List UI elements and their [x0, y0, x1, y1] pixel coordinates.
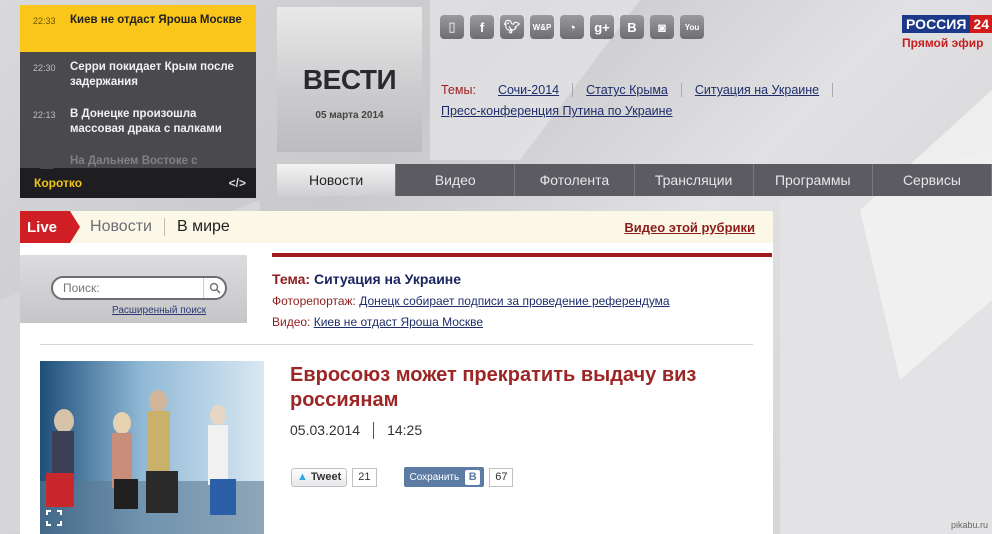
article-time: 14:25 [387, 422, 423, 438]
live-badge[interactable]: Live [20, 211, 81, 243]
divider [40, 344, 753, 345]
ticker-short-link[interactable]: Коротко [34, 176, 82, 190]
meta-separator [373, 422, 375, 439]
topic-link[interactable]: Ситуация на Украине [682, 83, 834, 97]
article-photo-image [40, 361, 264, 534]
topic-link[interactable]: Статус Крыма [573, 83, 682, 97]
article-meta: 05.03.2014 14:25 [290, 422, 422, 439]
phone-icon[interactable]: ▯ [440, 15, 464, 39]
photo-report-link[interactable]: Донецк собирает подписи за проведение ре… [359, 294, 669, 308]
topic-value[interactable]: Ситуация на Украине [314, 271, 461, 287]
russia24-brand[interactable]: РОССИЯ 24 Прямой эфир [902, 15, 992, 50]
ticker-item[interactable]: 22:33 Киев не отдаст Яроша Москве [20, 5, 256, 52]
ticker-pointer [40, 162, 54, 169]
topic-link[interactable]: Пресс-конференция Путина по Украине [441, 104, 673, 118]
news-ticker: 22:33 Киев не отдаст Яроша Москве 22:30 … [20, 5, 256, 198]
topic-title: Тема: Ситуация на Украине [272, 271, 772, 287]
main-navigation: Новости Видео Фотолента Трансляции Прогр… [277, 164, 992, 196]
watermark: pikabu.ru [950, 520, 988, 530]
breadcrumb-news[interactable]: Новости [90, 218, 165, 236]
tweet-button[interactable]: ▲ Tweet [291, 467, 348, 487]
vkontakte-icon: B [465, 469, 481, 485]
search-field [51, 276, 227, 300]
ticker-time: 22:30 [33, 63, 56, 73]
facebook-icon[interactable]: f [470, 15, 494, 39]
live-stream-link[interactable]: Прямой эфир [902, 36, 992, 50]
article-headline[interactable]: Евросоюз может прекратить выдачу виз рос… [290, 363, 760, 413]
ticker-footer: Коротко </> [20, 162, 256, 198]
vk-save-button[interactable]: Сохранить B [403, 467, 485, 487]
ticker-headline[interactable]: Киев не отдаст Яроша Москве [70, 13, 256, 52]
rss-icon[interactable]: ◔ [560, 15, 584, 39]
video-label: Видео: [272, 315, 311, 329]
instagram-icon[interactable]: ◙ [650, 15, 674, 39]
logo-wordmark: ВЕСТИ [302, 64, 397, 95]
search-icon[interactable] [203, 278, 225, 298]
nav-services[interactable]: Сервисы [873, 164, 992, 196]
nav-news[interactable]: Новости [277, 164, 397, 196]
search-input[interactable] [63, 281, 201, 295]
social-icons: ▯ f 🐦︎ W&P ◔ g+ B ◙ You [440, 15, 710, 39]
twitter-icon[interactable]: 🐦︎ [500, 15, 524, 39]
google-plus-icon[interactable]: g+ [590, 15, 614, 39]
brand-number: 24 [970, 15, 992, 33]
search-panel: Расширенный поиск [20, 255, 247, 323]
article-photo[interactable] [40, 361, 264, 534]
section-bar: Live Новости В мире Видео этой рубрики [20, 211, 773, 243]
topic-block: Тема: Ситуация на Украине Фоторепортаж: … [272, 253, 772, 329]
wap-icon[interactable]: W&P [530, 15, 554, 39]
nav-video[interactable]: Видео [396, 164, 516, 196]
nav-photo[interactable]: Фотолента [515, 164, 635, 196]
nav-broadcasts[interactable]: Трансляции [635, 164, 754, 196]
embed-code-icon[interactable]: </> [229, 176, 246, 190]
vk-save-label: Сохранить [409, 471, 460, 483]
ticker-headline[interactable]: Серри покидает Крым после задержания [70, 60, 256, 99]
ticker-headline[interactable]: В Донецке произошла массовая драка с пал… [70, 107, 256, 146]
vkontakte-icon[interactable]: B [620, 15, 644, 39]
share-buttons: ▲ Tweet 21 Сохранить B 67 [291, 467, 514, 487]
advanced-search-link[interactable]: Расширенный поиск [112, 305, 206, 316]
topics-bar: Темы: Сочи-2014 Статус Крыма Ситуация на… [441, 80, 834, 120]
brand-name: РОССИЯ [902, 15, 971, 33]
topics-label: Темы: [441, 83, 476, 97]
youtube-icon[interactable]: You [680, 15, 704, 39]
content-panel: Live Новости В мире Видео этой рубрики Р… [20, 211, 773, 534]
video-row: Видео: Киев не отдаст Яроша Москве [272, 315, 772, 329]
ticker-time: 22:33 [33, 16, 56, 26]
topic-link[interactable]: Сочи-2014 [498, 83, 574, 97]
topic-label: Тема: [272, 271, 311, 287]
vk-count: 67 [489, 467, 514, 487]
vesti-logo[interactable]: ВЕСТИ 05 марта 2014 [277, 7, 422, 152]
expand-icon[interactable] [46, 510, 64, 528]
logo-date: 05 марта 2014 [315, 110, 384, 121]
breadcrumb-world: В мире [176, 218, 230, 235]
tweet-count: 21 [352, 467, 377, 487]
photo-report-label: Фоторепортаж: [272, 294, 356, 308]
russia24-logo: РОССИЯ 24 [902, 15, 992, 33]
ticker-item[interactable]: 22:13 В Донецке произошла массовая драка… [20, 99, 256, 146]
tweet-label: Tweet [310, 471, 342, 483]
photo-report-row: Фоторепортаж: Донецк собирает подписи за… [272, 294, 772, 308]
article-date: 05.03.2014 [290, 422, 361, 438]
ticker-item[interactable]: 22:30 Серри покидает Крым после задержан… [20, 52, 256, 99]
nav-programs[interactable]: Программы [754, 164, 873, 196]
ticker-time: 22:13 [33, 110, 56, 120]
twitter-icon: ▲ [297, 471, 308, 483]
section-video-link[interactable]: Видео этой рубрики [624, 220, 755, 235]
video-link[interactable]: Киев не отдаст Яроша Москве [314, 315, 483, 329]
